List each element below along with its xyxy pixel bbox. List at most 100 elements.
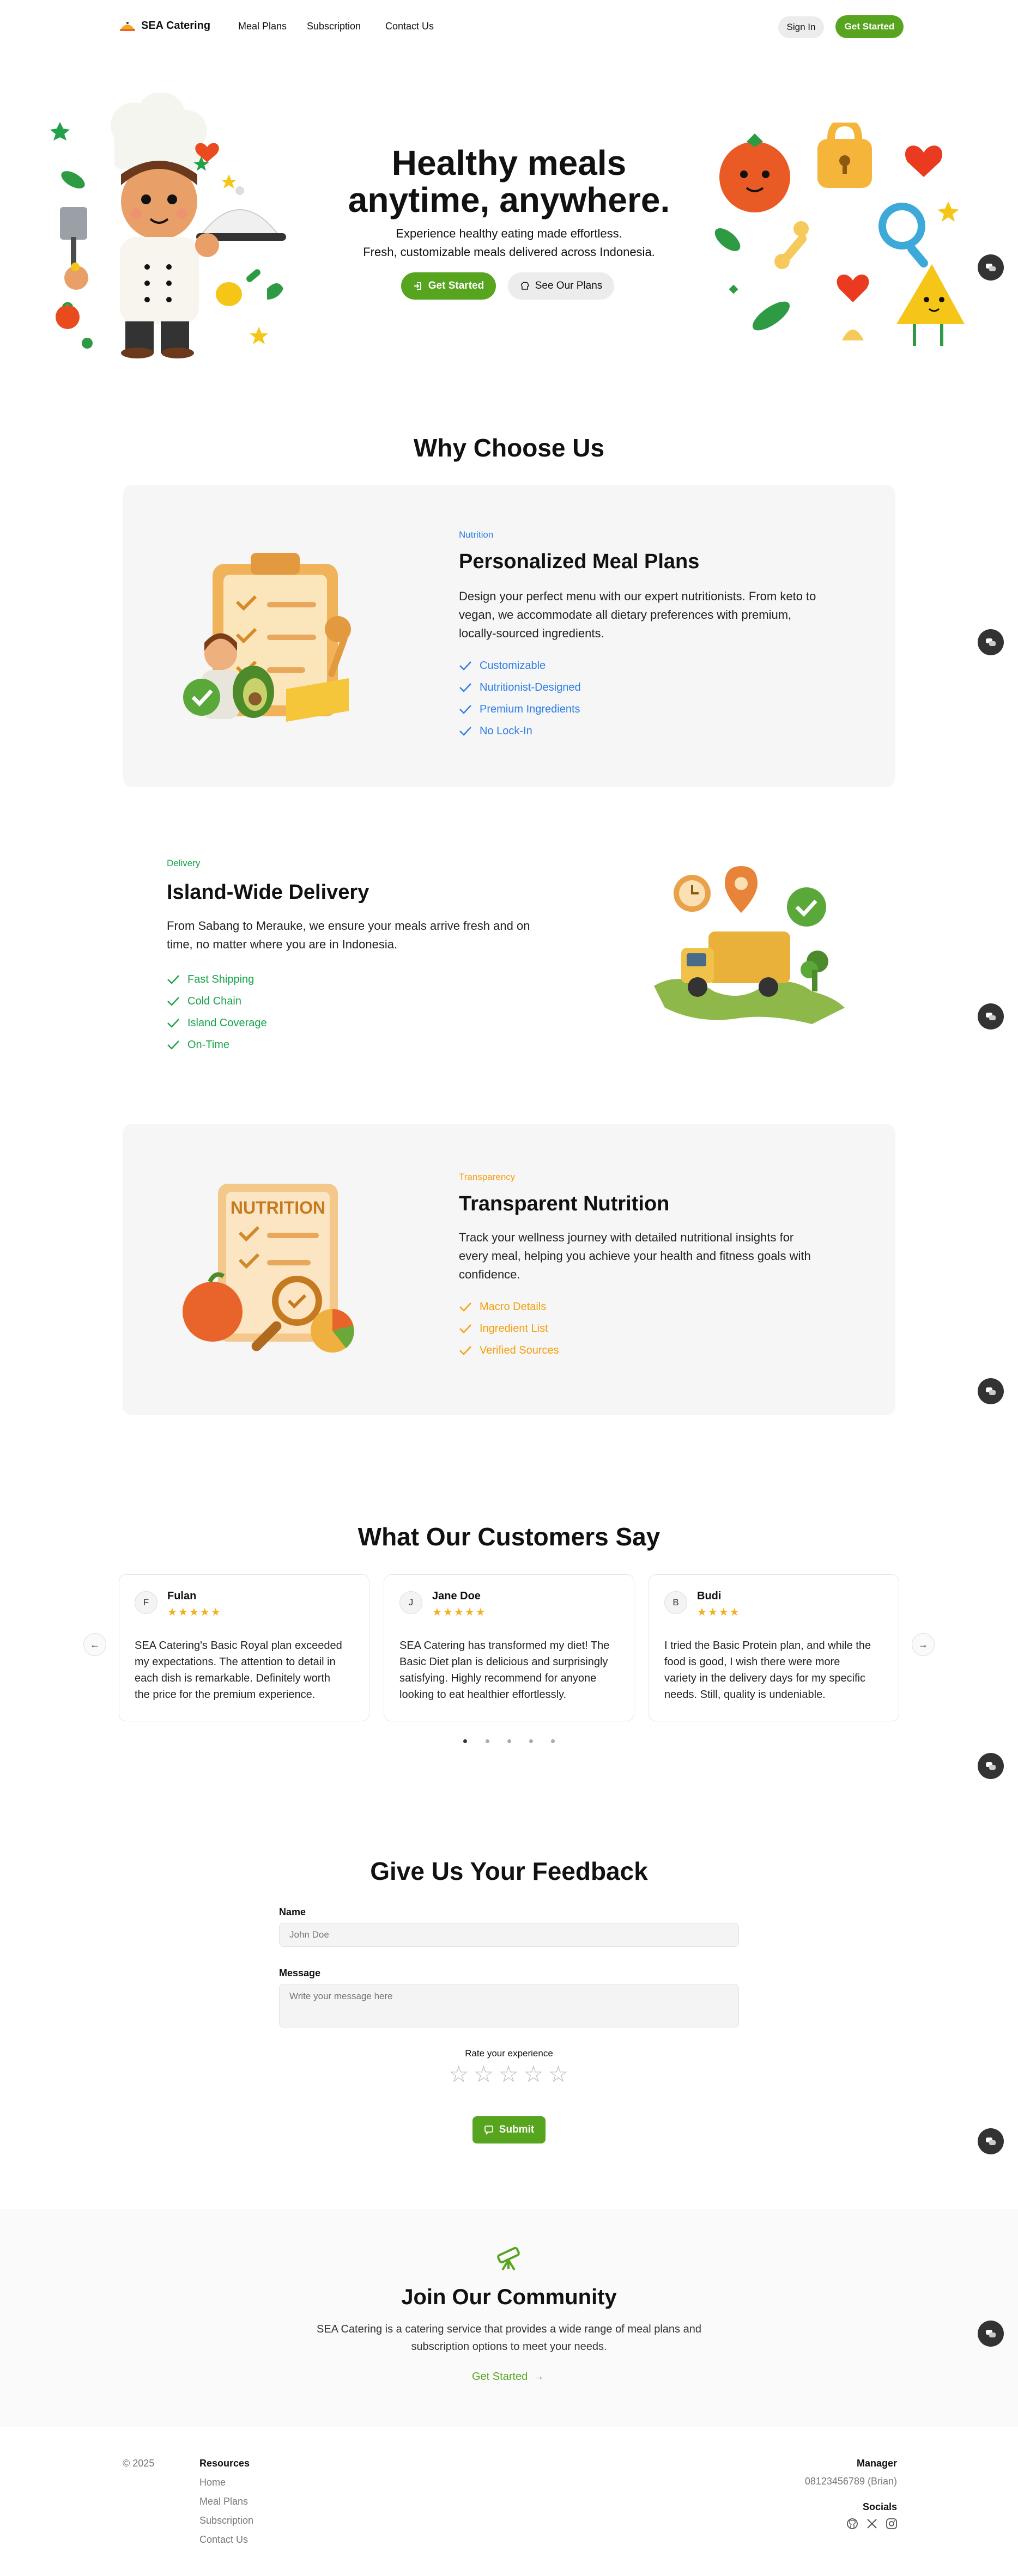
check-icon xyxy=(459,727,471,736)
carousel-dot[interactable] xyxy=(529,1739,533,1743)
accessibility-fab-button[interactable] xyxy=(978,629,1004,655)
hero-get-started-button[interactable]: Get Started xyxy=(401,272,496,300)
x-icon[interactable] xyxy=(866,2518,878,2530)
star-outline-icon[interactable]: ☆ xyxy=(474,2063,494,2086)
quote-line: food is good, I wish there were more xyxy=(664,1656,840,1668)
instagram-icon[interactable] xyxy=(886,2518,898,2530)
check-icon xyxy=(459,1302,471,1312)
feature-title-meal-plans: Personalized Meal Plans xyxy=(459,550,700,573)
footer-link-meal-plans[interactable]: Meal Plans xyxy=(199,2496,248,2507)
desc-line: every meal, helping you achieve your hea… xyxy=(459,1249,811,1263)
footer-link-home[interactable]: Home xyxy=(199,2477,226,2488)
check-icon xyxy=(459,1324,471,1333)
community-get-started-link[interactable]: Get Started → xyxy=(472,2371,544,2383)
nav-link-subscription[interactable]: Subscription xyxy=(307,21,361,32)
delivery-truck-illustration xyxy=(654,866,845,1024)
check-icon xyxy=(459,705,471,714)
carousel-dot[interactable] xyxy=(551,1739,555,1743)
list-item: Nutritionist-Designed xyxy=(459,677,581,698)
footer-link-subscription[interactable]: Subscription xyxy=(199,2515,253,2526)
testimonial-name: Budi xyxy=(697,1590,722,1602)
accessibility-fab-button[interactable] xyxy=(978,1753,1004,1779)
sign-in-button[interactable]: Sign In xyxy=(778,16,824,38)
chat-bubbles-icon xyxy=(986,1762,996,1770)
testimonial-quote: SEA Catering's Basic Royal plan exceeded… xyxy=(135,1637,355,1703)
testimonial-quote: I tried the Basic Protein plan, and whil… xyxy=(664,1637,885,1703)
hero-subtitle: Experience healthy eating made effortles… xyxy=(305,224,713,261)
quote-line: each dish is remarkable. Definitely wort… xyxy=(135,1672,331,1684)
star-outline-icon[interactable]: ☆ xyxy=(449,2063,469,2086)
list-item-label: Ingredient List xyxy=(480,1322,548,1335)
carousel-prev-button[interactable]: ← xyxy=(83,1633,106,1656)
list-item-label: Fast Shipping xyxy=(187,973,254,985)
github-icon[interactable] xyxy=(846,2518,858,2530)
list-item-label: Macro Details xyxy=(480,1300,547,1313)
chat-bubbles-icon xyxy=(986,1387,996,1395)
brand-name: SEA Catering xyxy=(141,20,211,32)
quote-line: SEA Catering has transformed my diet! Th… xyxy=(399,1640,610,1652)
nav-link-contact-us[interactable]: Contact Us xyxy=(385,21,434,32)
community-section: Join Our Community SEA Catering is a cat… xyxy=(0,2209,1018,2427)
feature-list-meal-plans: Customizable Nutritionist-Designed Premi… xyxy=(459,655,581,742)
testimonial-card: F Fulan ★★★★★ SEA Catering's Basic Royal… xyxy=(119,1574,369,1721)
list-item: On-Time xyxy=(167,1034,267,1056)
nav-get-started-button[interactable]: Get Started xyxy=(835,15,904,38)
chat-bubbles-icon xyxy=(986,2137,996,2145)
list-item-label: No Lock-In xyxy=(480,724,532,737)
list-item: Customizable xyxy=(459,655,581,677)
see-our-plans-button[interactable]: See Our Plans xyxy=(508,272,614,300)
food-icons-illustration xyxy=(714,123,965,346)
arrow-right-icon: → xyxy=(533,2371,544,2383)
submit-button[interactable]: Submit xyxy=(472,2116,546,2143)
hero-title: Healthy meals anytime, anywhere. xyxy=(305,144,713,218)
carousel-dot[interactable] xyxy=(486,1739,489,1743)
check-icon xyxy=(167,975,179,984)
quote-line: the price for the premium experience. xyxy=(135,1689,316,1701)
why-choose-us-title: Why Choose Us xyxy=(413,434,605,462)
telescope-icon xyxy=(497,2246,520,2271)
avatar: F xyxy=(135,1591,157,1614)
see-our-plans-label: See Our Plans xyxy=(535,280,603,291)
star-outline-icon[interactable]: ☆ xyxy=(523,2063,544,2086)
feature-desc-delivery: From Sabang to Merauke, we ensure your m… xyxy=(167,917,570,954)
feature-tag-transparency: Transparency xyxy=(459,1172,516,1182)
message-textarea[interactable] xyxy=(279,1984,739,2027)
nav-link-meal-plans[interactable]: Meal Plans xyxy=(238,21,287,32)
testimonials-title: What Our Customers Say xyxy=(357,1523,661,1551)
carousel-dot[interactable] xyxy=(463,1739,467,1743)
rate-label: Rate your experience xyxy=(465,2048,553,2059)
star-outline-icon[interactable]: ☆ xyxy=(548,2063,569,2086)
list-item-label: Verified Sources xyxy=(480,1344,559,1356)
check-icon xyxy=(459,661,471,671)
carousel-next-button[interactable]: → xyxy=(912,1633,935,1656)
feature-card-meal-plans: Nutrition Personalized Meal Plans Design… xyxy=(123,485,895,787)
hero-title-line2: anytime, anywhere. xyxy=(348,180,670,220)
community-title: Join Our Community xyxy=(401,2285,617,2309)
desc-line: Design your perfect menu with our expert… xyxy=(459,589,816,603)
accessibility-fab-button[interactable] xyxy=(978,254,1004,281)
accessibility-fab-button[interactable] xyxy=(978,2321,1004,2347)
footer-link-contact-us[interactable]: Contact Us xyxy=(199,2534,248,2545)
accessibility-fab-button[interactable] xyxy=(978,1003,1004,1030)
rating-stars: ☆ ☆ ☆ ☆ ☆ xyxy=(449,2063,568,2086)
accessibility-fab-button[interactable] xyxy=(978,1378,1004,1404)
brand-logo[interactable]: SEA Catering xyxy=(119,20,210,32)
feature-desc-meal-plans: Design your perfect menu with our expert… xyxy=(459,587,851,643)
carousel-dot[interactable] xyxy=(507,1739,511,1743)
check-icon xyxy=(167,1019,179,1028)
name-input[interactable] xyxy=(279,1923,739,1947)
accessibility-fab-button[interactable] xyxy=(978,2128,1004,2154)
feature-desc-transparency: Track your wellness journey with detaile… xyxy=(459,1228,851,1284)
desc-line: From Sabang to Merauke, we ensure your m… xyxy=(167,919,530,933)
quote-line: needs. Still, quality is undeniable. xyxy=(664,1689,826,1701)
list-item-label: Nutritionist-Designed xyxy=(480,681,581,693)
list-item: Macro Details xyxy=(459,1296,559,1318)
star-outline-icon[interactable]: ☆ xyxy=(498,2063,519,2086)
arrow-left-icon: ← xyxy=(90,1639,100,1650)
arrow-right-icon: → xyxy=(918,1639,928,1650)
community-desc-line2: subscription options to meet your needs. xyxy=(411,2341,607,2353)
chef-illustration xyxy=(50,93,286,358)
list-item: Fast Shipping xyxy=(167,969,267,990)
desc-line: time, no matter where you are in Indones… xyxy=(167,937,398,951)
desc-line: Track your wellness journey with detaile… xyxy=(459,1231,794,1244)
